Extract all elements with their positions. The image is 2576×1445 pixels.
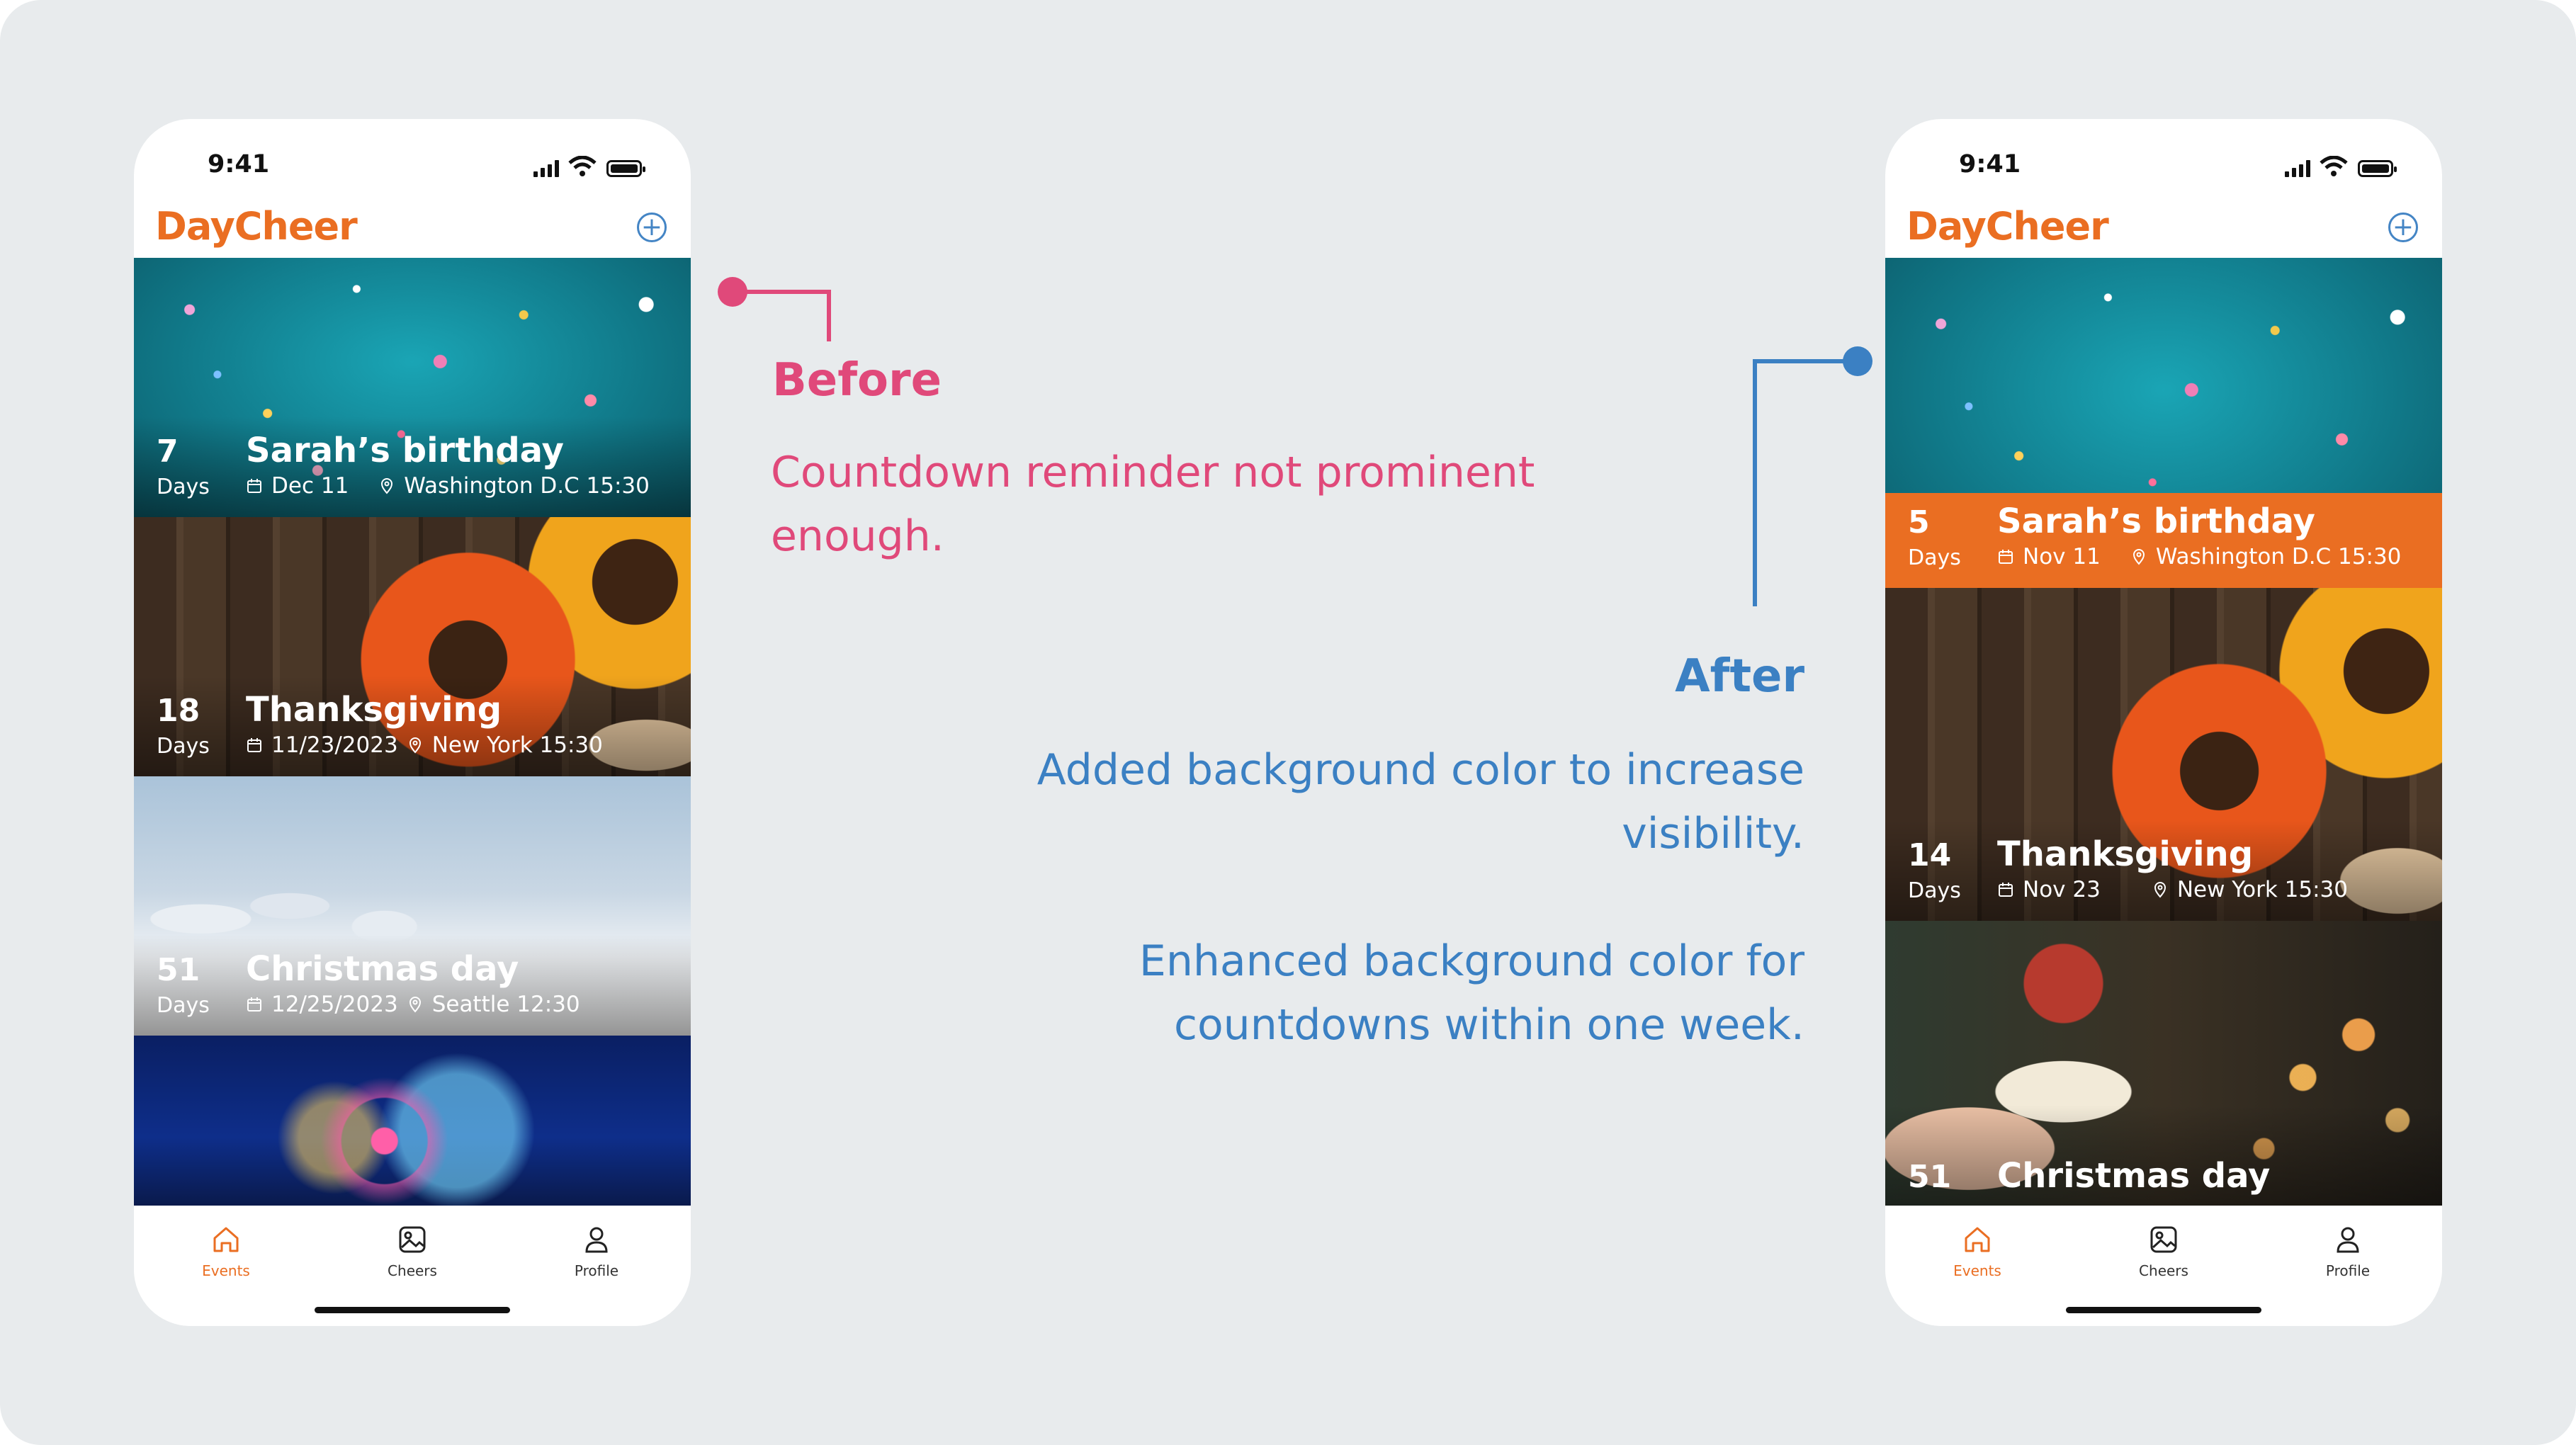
before-description: Countdown reminder not prominent enough. xyxy=(771,441,1607,568)
after-label: After xyxy=(1675,650,1804,703)
presentation-canvas: 9:41 DayCheer + 7 Days Sarah’s birthday … xyxy=(0,0,2576,1445)
after-description-1: Added background color to increase visib… xyxy=(883,738,1804,866)
after-text-line: countdowns within one week. xyxy=(1173,1000,1804,1050)
before-label: Before xyxy=(772,354,942,407)
after-callout-line xyxy=(1753,346,1872,606)
after-text-line: Added background color to increase xyxy=(1036,745,1804,795)
after-description-2: Enhanced background color for countdowns… xyxy=(883,929,1804,1057)
before-text-line: Countdown reminder not prominent xyxy=(771,448,1535,497)
before-text-line: enough. xyxy=(771,511,944,561)
callout-connectors xyxy=(718,277,1872,606)
after-text-line: visibility. xyxy=(1622,809,1804,858)
before-callout-line xyxy=(718,277,831,341)
after-text-line: Enhanced background color for xyxy=(1139,936,1804,986)
